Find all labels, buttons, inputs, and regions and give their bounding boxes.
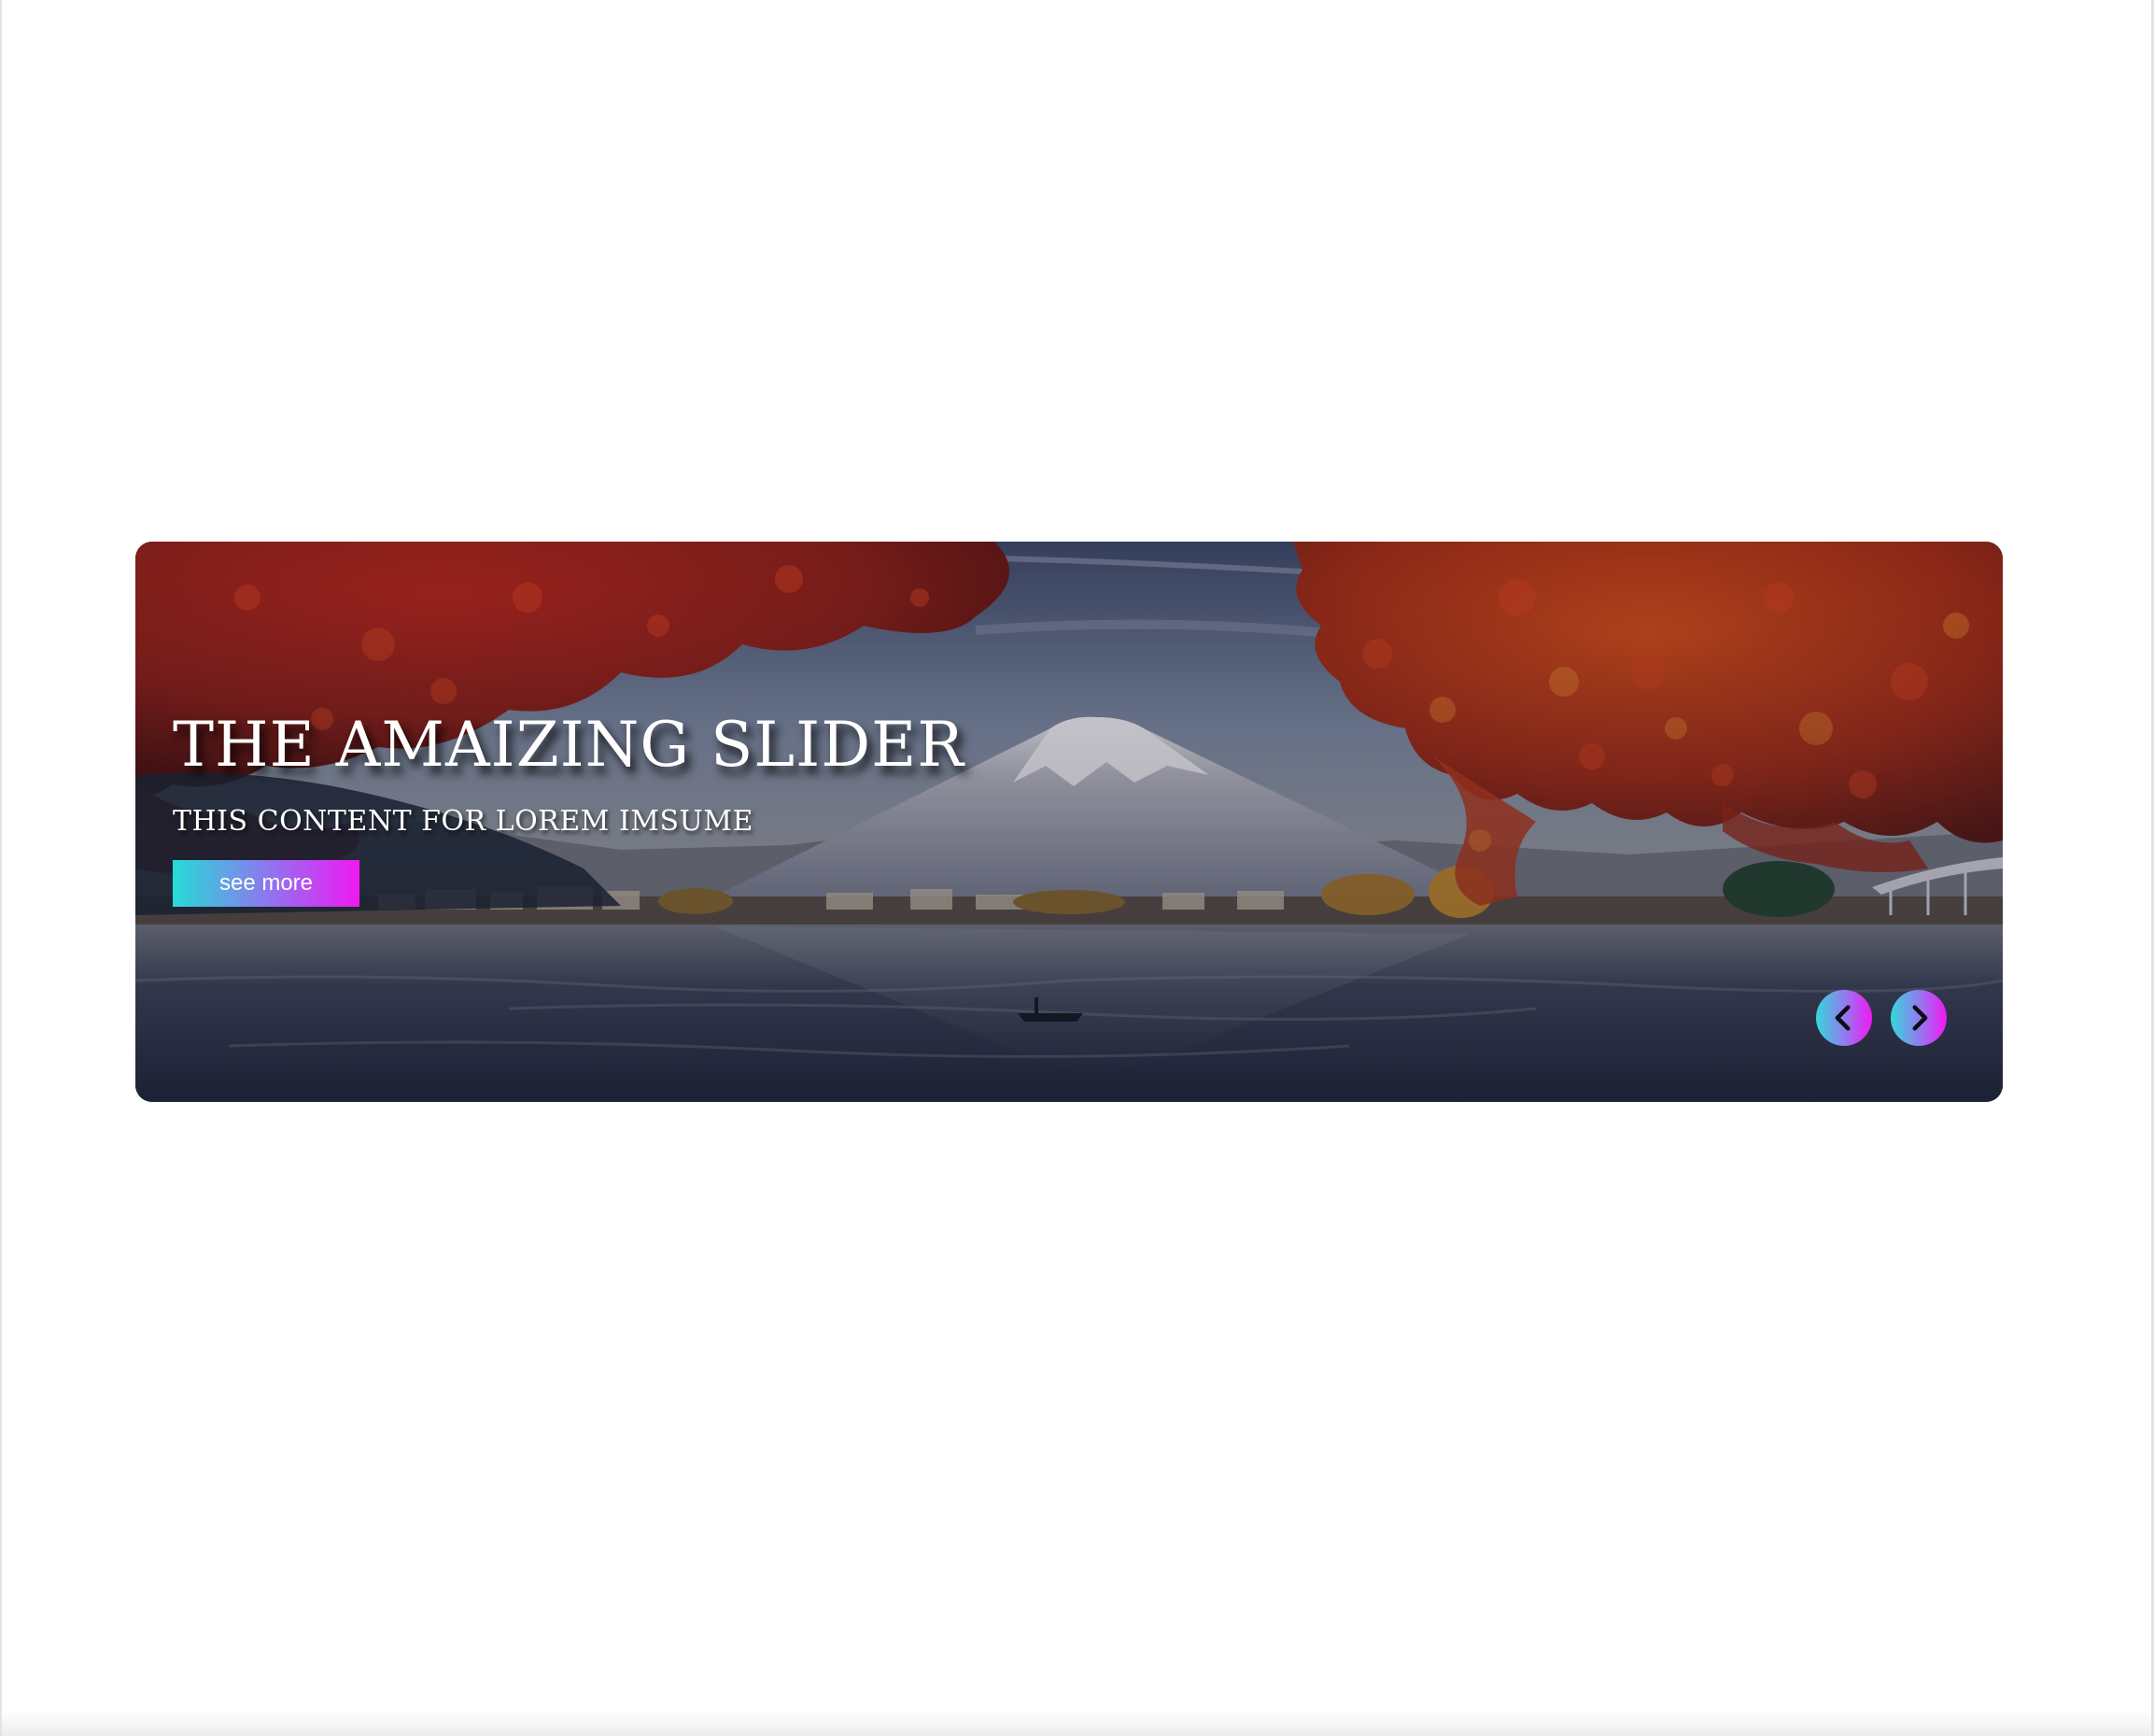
slide-caption: THE AMAIZING SLIDER THIS CONTENT FOR LOR… [173, 714, 964, 907]
window-bottom-edge [2, 1710, 2151, 1736]
see-more-button[interactable]: see more [173, 860, 359, 907]
slide-title: THE AMAIZING SLIDER [173, 709, 964, 781]
slide-subtitle: THIS CONTENT FOR LOREM IMSUME [173, 805, 753, 838]
next-slide-button[interactable] [1891, 990, 1947, 1046]
image-slider: THE AMAIZING SLIDER THIS CONTENT FOR LOR… [135, 542, 2003, 1102]
previous-slide-button[interactable] [1816, 990, 1872, 1046]
chevron-left-icon [1835, 1005, 1851, 1031]
chevron-right-icon [1912, 1005, 1928, 1031]
page: THE AMAIZING SLIDER THIS CONTENT FOR LOR… [0, 0, 2154, 1736]
